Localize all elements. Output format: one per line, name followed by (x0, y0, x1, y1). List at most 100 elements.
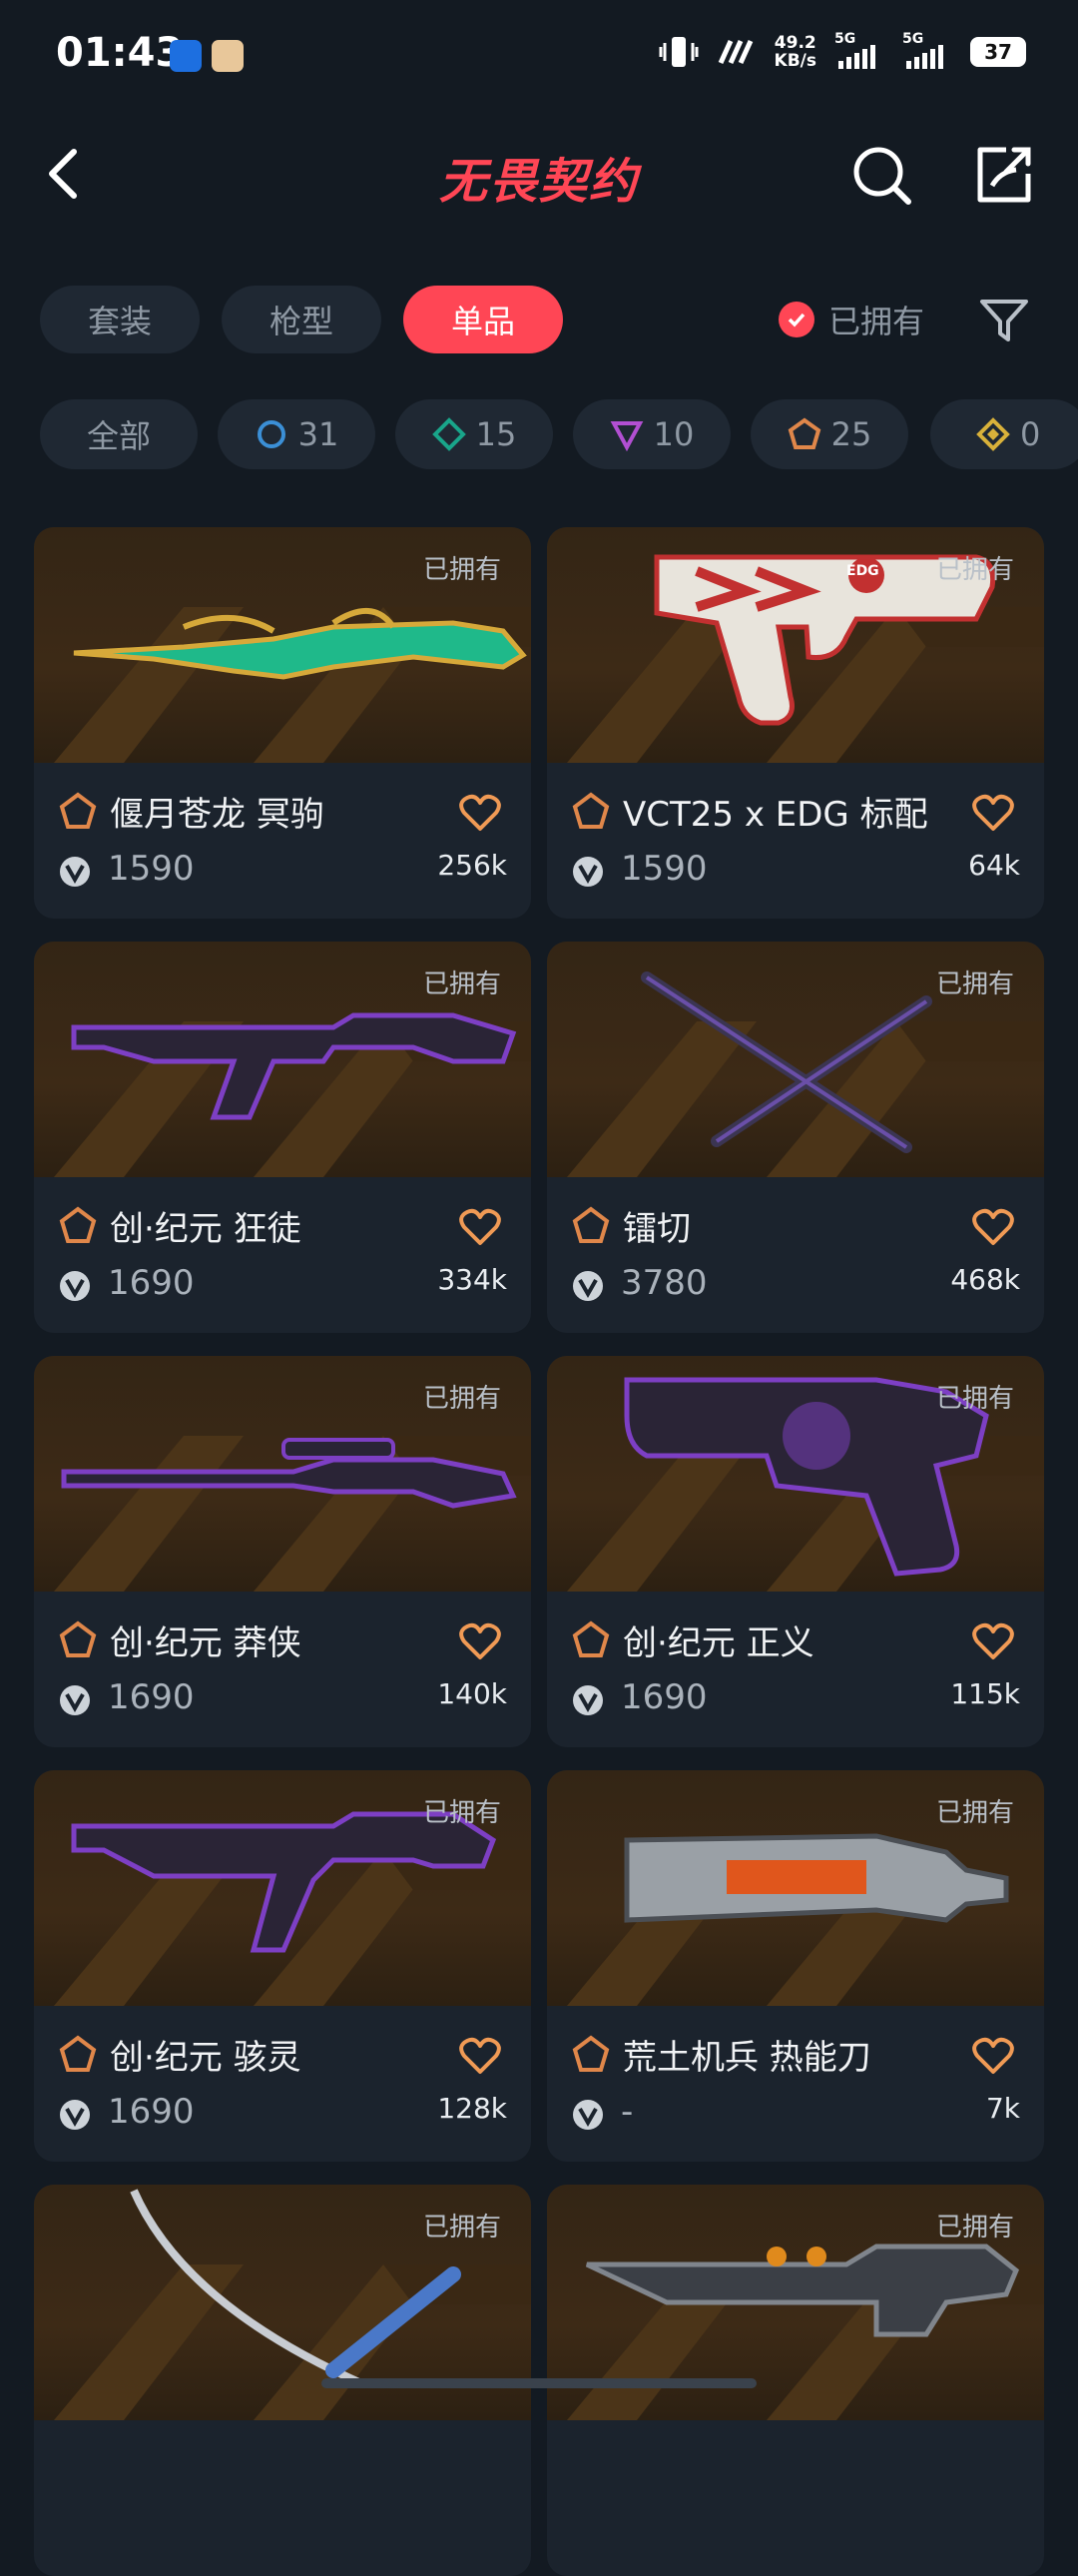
owned-label: 已拥有 (422, 2213, 501, 2243)
skin-name: 镭切 (623, 1209, 691, 1249)
owned-label: 已拥有 (422, 969, 501, 999)
skin-card[interactable]: 已拥有 荒土机兵 热能刀 - 7k (547, 1770, 1044, 2162)
heart-icon[interactable] (972, 1207, 1014, 1247)
like-count: 128k (437, 2092, 507, 2125)
owned-label: 已拥有 (422, 555, 501, 585)
tier-premium[interactable]: 10 (573, 399, 731, 469)
signal-icon: 5G (902, 31, 952, 69)
skin-name: 荒土机兵 热能刀 (623, 2038, 871, 2078)
signal-icon: 5G (834, 31, 884, 69)
skin-card[interactable]: 已拥有 创·纪元 正义 1690 115k (547, 1356, 1044, 1747)
valorant-points-icon (573, 1685, 603, 1715)
skin-name: 创·纪元 正义 (623, 1623, 814, 1663)
skin-price: 1690 (621, 1677, 708, 1717)
heart-icon[interactable] (459, 2036, 501, 2076)
owned-label: 已拥有 (935, 1384, 1014, 1414)
skin-price: 1690 (108, 1677, 195, 1717)
skin-card[interactable]: 已拥有 创·纪元 莽侠 1690 140k (34, 1356, 531, 1747)
heart-icon[interactable] (972, 1621, 1014, 1661)
skin-name: 创·纪元 莽侠 (110, 1623, 301, 1663)
pentagon-tier-icon (59, 1620, 97, 1657)
skin-card[interactable]: 已拥有 创·纪元 骇灵 1690 128k (34, 1770, 531, 2162)
app-header: 无畏契约 (0, 116, 1078, 236)
battery-icon: 37 (970, 37, 1026, 67)
skin-card[interactable]: 已拥有 EDG VCT25 x EDG 标配 1590 64k (547, 527, 1044, 919)
like-count: 256k (437, 849, 507, 882)
triangle-tier-icon (610, 421, 643, 451)
skin-price: 1690 (108, 2092, 195, 2132)
owned-filter-toggle[interactable]: 已拥有 (779, 286, 924, 353)
owned-label: 已拥有 (935, 969, 1014, 999)
like-count: 64k (968, 849, 1020, 882)
like-count: 334k (437, 1263, 507, 1296)
pentagon-tier-icon (59, 1206, 97, 1243)
checkmark-icon (779, 302, 814, 337)
network-speed: 49.2 KB/s (774, 33, 816, 71)
skin-price: 1690 (108, 1263, 195, 1303)
app-notification-icon (170, 40, 202, 72)
heart-icon[interactable] (459, 1621, 501, 1661)
pentagon-tier-icon (59, 2035, 97, 2072)
tier-deluxe[interactable]: 15 (395, 399, 553, 469)
skin-preview: 已拥有 (34, 1770, 531, 2006)
app-notification-icon (212, 40, 244, 72)
valorant-points-icon (573, 857, 603, 887)
tab-single-item[interactable]: 单品 (403, 286, 563, 353)
tier-ultra[interactable]: 0 (930, 399, 1078, 469)
heart-icon[interactable] (972, 793, 1014, 833)
funnel-icon[interactable] (974, 290, 1034, 349)
skin-preview: 已拥有 (547, 942, 1044, 1177)
skin-name: VCT25 x EDG 标配 (623, 795, 928, 835)
pentagon-tier-icon (788, 417, 820, 449)
page-title: 无畏契约 (438, 154, 639, 210)
tier-exclusive[interactable]: 25 (751, 399, 908, 469)
skin-name: 偃月苍龙 冥驹 (110, 795, 324, 835)
tab-bundle[interactable]: 套装 (40, 286, 200, 353)
skin-card[interactable]: 已拥有 偃月苍龙 冥驹 1590 256k (34, 527, 531, 919)
heart-icon[interactable] (972, 2036, 1014, 2076)
skin-preview: 已拥有 EDG (547, 527, 1044, 763)
heart-icon[interactable] (459, 793, 501, 833)
skin-card[interactable]: 已拥有 镭切 3780 468k (547, 942, 1044, 1333)
valorant-points-icon (573, 1271, 603, 1301)
circle-tier-icon (257, 420, 285, 448)
skin-preview: 已拥有 (34, 527, 531, 763)
tier-all[interactable]: 全部 (40, 399, 198, 469)
diamond-tier-icon (431, 417, 466, 451)
pentagon-tier-icon (572, 792, 610, 829)
pentagon-tier-icon (572, 1206, 610, 1243)
skin-name: 创·纪元 狂徒 (110, 1209, 301, 1249)
owned-label: 已拥有 (422, 1798, 501, 1828)
owned-label: 已拥有 (935, 2213, 1014, 2243)
status-time: 01:43 (56, 30, 184, 76)
owned-label: 已拥有 (935, 555, 1014, 585)
share-icon[interactable] (970, 142, 1036, 208)
search-icon[interactable] (848, 142, 914, 208)
skin-preview: 已拥有 (34, 1356, 531, 1592)
skin-price: 3780 (621, 1263, 708, 1303)
owned-filter-label: 已拥有 (828, 303, 925, 340)
owned-label: 已拥有 (935, 1798, 1014, 1828)
vibrate-icon (659, 37, 699, 67)
valorant-points-icon (573, 2100, 603, 2130)
valorant-points-icon (60, 1685, 90, 1715)
home-indicator[interactable] (321, 2378, 757, 2388)
rhombus-tier-icon (976, 417, 1010, 451)
tier-select[interactable]: 31 (218, 399, 375, 469)
like-count: 140k (437, 1677, 507, 1710)
skin-card[interactable]: 已拥有 创·纪元 狂徒 1690 334k (34, 942, 531, 1333)
like-count: 468k (950, 1263, 1020, 1296)
pentagon-tier-icon (572, 2035, 610, 2072)
skin-name: 创·纪元 骇灵 (110, 2038, 301, 2078)
skin-decal: EDG (846, 563, 879, 579)
like-count: 115k (950, 1677, 1020, 1710)
tab-weapon-type[interactable]: 枪型 (222, 286, 381, 353)
skin-preview: 已拥有 (547, 1356, 1044, 1592)
speed-logo-icon (718, 39, 753, 65)
status-bar: 01:43 49.2 KB/s 5G 5G 37 (0, 0, 1078, 116)
pentagon-tier-icon (59, 792, 97, 829)
heart-icon[interactable] (459, 1207, 501, 1247)
skin-price: 1590 (621, 849, 708, 889)
owned-label: 已拥有 (422, 1384, 501, 1414)
skin-preview: 已拥有 (34, 942, 531, 1177)
